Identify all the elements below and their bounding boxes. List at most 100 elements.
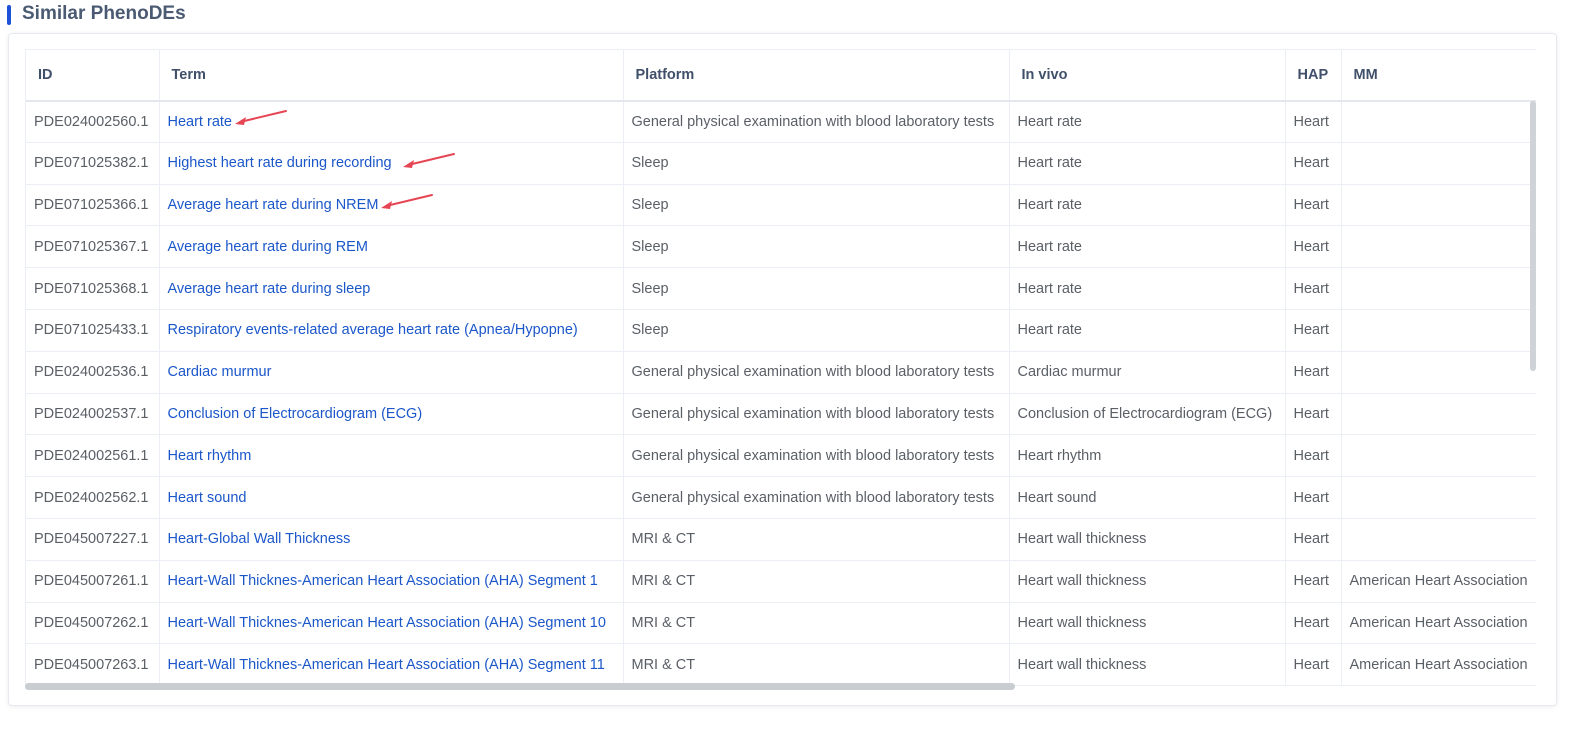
cell-term: Heart-Global Wall Thickness bbox=[159, 518, 624, 561]
horizontal-scrollbar-thumb[interactable] bbox=[25, 683, 1015, 690]
cell-in-vivo: Heart wall thickness bbox=[1009, 518, 1286, 561]
cell-platform: MRI & CT bbox=[623, 560, 1010, 603]
cell-id: PDE024002536.1 bbox=[26, 351, 160, 394]
cell-in-vivo: Heart rate bbox=[1009, 309, 1286, 352]
cell-in-vivo: Heart rate bbox=[1009, 184, 1286, 227]
term-link[interactable]: Heart sound bbox=[168, 490, 247, 506]
term-link[interactable]: Respiratory events-related average heart… bbox=[168, 322, 578, 338]
table-row[interactable]: PDE071025433.1 Respiratory events-related… bbox=[26, 309, 1536, 352]
table-row[interactable]: PDE045007262.1 Heart-Wall Thicknes-Americ… bbox=[26, 602, 1536, 645]
vertical-scrollbar[interactable] bbox=[1530, 101, 1536, 689]
column-header-mm[interactable]: MM bbox=[1341, 49, 1536, 102]
cell-hap: Heart bbox=[1285, 393, 1342, 436]
cell-mm: American Heart Association bbox=[1341, 643, 1536, 687]
cell-id: PDE071025367.1 bbox=[26, 225, 160, 269]
cell-hap: Heart bbox=[1285, 602, 1342, 645]
table-row[interactable]: PDE045007261.1 Heart-Wall Thicknes-Americ… bbox=[26, 560, 1536, 603]
cell-platform: Sleep bbox=[623, 184, 1010, 227]
cell-hap: Heart bbox=[1285, 309, 1342, 352]
cell-hap: Heart bbox=[1285, 184, 1342, 227]
cell-mm bbox=[1341, 518, 1536, 561]
term-link[interactable]: Heart rhythm bbox=[168, 448, 252, 464]
cell-platform: General physical examination with blood … bbox=[623, 434, 1010, 478]
cell-term: Conclusion of Electrocardiogram (ECG) bbox=[159, 393, 624, 436]
cell-hap: Heart bbox=[1285, 643, 1342, 687]
table-row[interactable]: PDE024002562.1 Heart sound General physica… bbox=[26, 476, 1536, 519]
cell-id: PDE045007262.1 bbox=[26, 602, 160, 645]
cell-term: Average heart rate during REM bbox=[159, 225, 624, 269]
cell-in-vivo: Heart wall thickness bbox=[1009, 560, 1286, 603]
term-link[interactable]: Heart-Wall Thicknes-American Heart Assoc… bbox=[168, 573, 598, 589]
cell-hap: Heart bbox=[1285, 518, 1342, 561]
table-row[interactable]: PDE024002536.1 Cardiac murmur General phys… bbox=[26, 351, 1536, 394]
cell-id: PDE071025382.1 bbox=[26, 142, 160, 185]
cell-term: Average heart rate during sleep bbox=[159, 267, 624, 310]
cell-term: Average heart rate during NREM bbox=[159, 184, 624, 227]
cell-platform: Sleep bbox=[623, 225, 1010, 269]
cell-term: Heart rate bbox=[159, 100, 624, 143]
cell-in-vivo: Heart rhythm bbox=[1009, 434, 1286, 478]
column-header-in-vivo[interactable]: In vivo bbox=[1009, 49, 1286, 102]
cell-platform: General physical examination with blood … bbox=[623, 393, 1010, 436]
term-link[interactable]: Heart-Wall Thicknes-American Heart Assoc… bbox=[168, 615, 606, 631]
cell-platform: General physical examination with blood … bbox=[623, 476, 1010, 519]
cell-in-vivo: Heart rate bbox=[1009, 225, 1286, 269]
column-header-platform[interactable]: Platform bbox=[623, 49, 1010, 102]
term-link[interactable]: Average heart rate during REM bbox=[168, 239, 368, 255]
cell-hap: Heart bbox=[1285, 225, 1342, 269]
section-accent-bar bbox=[7, 5, 11, 25]
cell-mm bbox=[1341, 351, 1536, 394]
term-link[interactable]: Average heart rate during NREM bbox=[168, 197, 379, 213]
column-header-id[interactable]: ID bbox=[26, 49, 160, 102]
term-link[interactable]: Heart-Wall Thicknes-American Heart Assoc… bbox=[168, 657, 605, 673]
cell-term: Heart sound bbox=[159, 476, 624, 519]
cell-in-vivo: Heart wall thickness bbox=[1009, 643, 1286, 687]
cell-mm bbox=[1341, 267, 1536, 310]
table-header-row: ID Term Platform In vivo HAP MM bbox=[26, 49, 1536, 102]
cell-platform: MRI & CT bbox=[623, 602, 1010, 645]
cell-term: Respiratory events-related average heart… bbox=[159, 309, 624, 352]
cell-term: Highest heart rate during recording bbox=[159, 142, 624, 185]
table-row[interactable]: PDE024002561.1 Heart rhythm General physic… bbox=[26, 434, 1536, 478]
cell-mm: American Heart Association bbox=[1341, 602, 1536, 645]
cell-hap: Heart bbox=[1285, 142, 1342, 185]
table-row[interactable]: PDE071025368.1 Average heart rate during … bbox=[26, 267, 1536, 310]
cell-platform: Sleep bbox=[623, 267, 1010, 310]
table-row[interactable]: PDE045007263.1 Heart-Wall Thicknes-Americ… bbox=[26, 643, 1536, 687]
table-row[interactable]: PDE024002560.1 Heart rate General physical… bbox=[26, 100, 1536, 143]
cell-term: Cardiac murmur bbox=[159, 351, 624, 394]
cell-platform: Sleep bbox=[623, 309, 1010, 352]
section-title: Similar PhenoDEs bbox=[22, 3, 186, 24]
cell-hap: Heart bbox=[1285, 100, 1342, 143]
term-link[interactable]: Conclusion of Electrocardiogram (ECG) bbox=[168, 406, 423, 422]
cell-mm bbox=[1341, 142, 1536, 185]
cell-in-vivo: Heart sound bbox=[1009, 476, 1286, 519]
term-link[interactable]: Average heart rate during sleep bbox=[168, 281, 371, 297]
cell-id: PDE071025366.1 bbox=[26, 184, 160, 227]
cell-in-vivo: Heart rate bbox=[1009, 100, 1286, 143]
cell-mm bbox=[1341, 225, 1536, 269]
cell-hap: Heart bbox=[1285, 351, 1342, 394]
similar-phenodes-table: ID Term Platform In vivo HAP MM PDE02400… bbox=[26, 49, 1536, 687]
cell-mm bbox=[1341, 434, 1536, 478]
table-row[interactable]: PDE045007227.1 Heart-Global Wall Thicknes… bbox=[26, 518, 1536, 561]
term-link[interactable]: Heart rate bbox=[168, 114, 232, 130]
column-header-term[interactable]: Term bbox=[159, 49, 624, 102]
cell-id: PDE024002560.1 bbox=[26, 100, 160, 143]
column-header-hap[interactable]: HAP bbox=[1285, 49, 1342, 102]
cell-term: Heart-Wall Thicknes-American Heart Assoc… bbox=[159, 643, 624, 687]
cell-mm bbox=[1341, 476, 1536, 519]
table-row[interactable]: PDE024002537.1 Conclusion of Electrocardi… bbox=[26, 393, 1536, 436]
term-link[interactable]: Cardiac murmur bbox=[168, 364, 272, 380]
table-row[interactable]: PDE071025366.1 Average heart rate during … bbox=[26, 184, 1536, 227]
term-link[interactable]: Heart-Global Wall Thickness bbox=[168, 531, 351, 547]
table-row[interactable]: PDE071025382.1 Highest heart rate during … bbox=[26, 142, 1536, 185]
cell-term: Heart-Wall Thicknes-American Heart Assoc… bbox=[159, 560, 624, 603]
cell-hap: Heart bbox=[1285, 434, 1342, 478]
cell-id: PDE071025368.1 bbox=[26, 267, 160, 310]
vertical-scrollbar-thumb[interactable] bbox=[1530, 101, 1536, 371]
term-link[interactable]: Highest heart rate during recording bbox=[168, 155, 392, 171]
table-viewport[interactable]: ID Term Platform In vivo HAP MM PDE02400… bbox=[25, 49, 1536, 689]
cell-platform: MRI & CT bbox=[623, 518, 1010, 561]
table-row[interactable]: PDE071025367.1 Average heart rate during … bbox=[26, 225, 1536, 269]
